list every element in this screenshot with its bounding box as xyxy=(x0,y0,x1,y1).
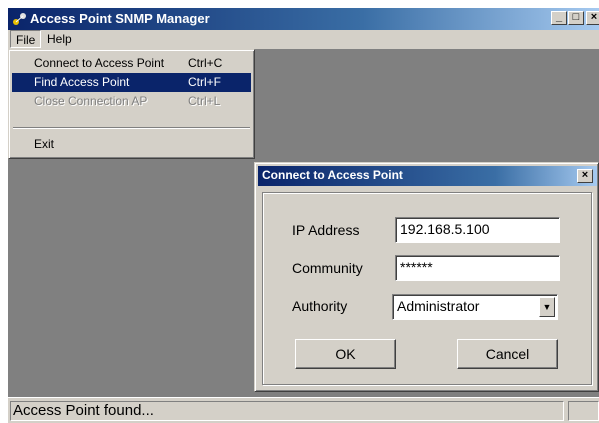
menu-help[interactable]: Help xyxy=(42,30,77,48)
menu-item-label: Connect to Access Point xyxy=(34,56,165,70)
chevron-down-icon[interactable]: ▼ xyxy=(539,297,555,317)
ip-address-field[interactable]: 192.168.5.100 xyxy=(395,217,560,243)
window-titlebar[interactable]: Access Point SNMP Manager _ □ × xyxy=(8,8,599,30)
authority-value: Administrator xyxy=(397,298,480,314)
ok-button[interactable]: OK xyxy=(295,339,396,369)
dialog-title: Connect to Access Point xyxy=(262,168,403,182)
menu-item-connect[interactable]: Connect to Access Point Ctrl+C xyxy=(12,54,251,73)
authority-label: Authority xyxy=(292,298,348,314)
close-button[interactable]: × xyxy=(586,11,599,25)
status-pane xyxy=(568,401,599,421)
menu-item-label: Find Access Point xyxy=(34,75,130,89)
app-root: Access Point SNMP Manager _ □ × File Hel… xyxy=(0,0,599,423)
network-app-icon xyxy=(13,13,26,25)
window-title: Access Point SNMP Manager xyxy=(30,11,210,26)
menu-item-shortcut: Ctrl+L xyxy=(188,94,221,108)
status-message: Access Point found... xyxy=(10,401,564,421)
minimize-button[interactable]: _ xyxy=(551,11,567,25)
menu-item-shortcut: Ctrl+C xyxy=(188,56,223,70)
menu-item-label: Close Connection AP xyxy=(34,94,148,108)
dialog-groupbox: IP Address 192.168.5.100 Community *****… xyxy=(262,192,592,385)
menu-item-find[interactable]: Find Access Point Ctrl+F xyxy=(12,73,251,92)
menu-file[interactable]: File xyxy=(10,30,42,48)
dialog-titlebar[interactable]: Connect to Access Point × xyxy=(258,166,597,186)
community-field[interactable]: ****** xyxy=(395,255,560,281)
ip-address-label: IP Address xyxy=(292,222,360,238)
connect-dialog: Connect to Access Point × IP Address 192… xyxy=(254,162,599,392)
community-label: Community xyxy=(292,260,363,276)
menu-item-close-connection: Close Connection AP Ctrl+L xyxy=(12,92,251,111)
menubar: File Help xyxy=(8,30,599,49)
cancel-button[interactable]: Cancel xyxy=(457,339,558,369)
menu-item-label: Exit xyxy=(34,137,55,151)
dialog-close-button[interactable]: × xyxy=(577,169,593,183)
file-menu-dropdown: Connect to Access Point Ctrl+C Find Acce… xyxy=(8,49,255,159)
maximize-button[interactable]: □ xyxy=(568,11,584,25)
authority-select[interactable]: Administrator ▼ xyxy=(392,294,558,320)
menu-item-shortcut: Ctrl+F xyxy=(188,75,221,89)
menu-separator xyxy=(13,127,250,129)
statusbar: Access Point found... xyxy=(8,398,599,423)
menu-item-exit[interactable]: Exit xyxy=(12,135,251,154)
